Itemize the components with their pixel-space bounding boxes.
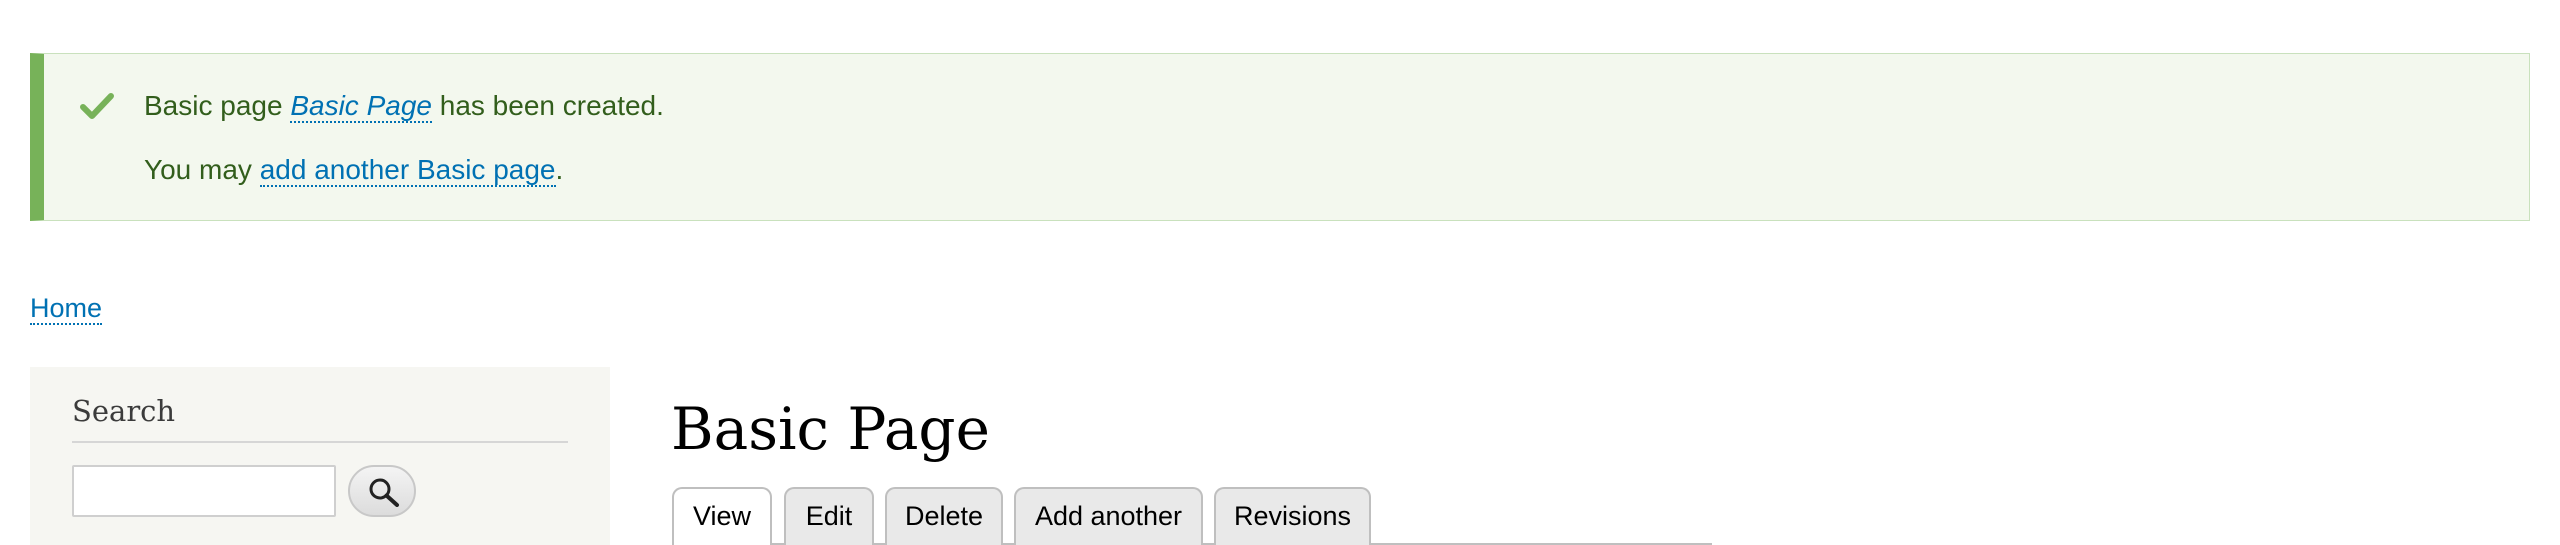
status-prefix: You may xyxy=(144,154,260,185)
status-line-created: Basic page Basic Page has been created. xyxy=(144,88,664,124)
tab-view[interactable]: View xyxy=(672,487,772,545)
tab-add-another[interactable]: Add another xyxy=(1014,487,1203,545)
status-suffix: . xyxy=(555,154,564,185)
search-input[interactable] xyxy=(72,465,336,517)
created-page-link[interactable]: Basic Page xyxy=(290,90,432,123)
breadcrumb-home-link[interactable]: Home xyxy=(30,293,103,325)
search-button[interactable] xyxy=(348,465,416,517)
tab-revisions[interactable]: Revisions xyxy=(1214,487,1371,545)
status-suffix: has been created. xyxy=(431,90,664,121)
page-title: Basic Page xyxy=(671,395,990,463)
breadcrumb: Home xyxy=(30,290,103,326)
add-another-link[interactable]: add another Basic page xyxy=(259,154,556,187)
check-icon xyxy=(80,93,114,119)
sidebar: Search xyxy=(30,367,610,545)
tab-delete[interactable]: Delete xyxy=(885,487,1003,545)
search-icon xyxy=(369,478,399,507)
status-message: Basic page Basic Page has been created. … xyxy=(30,53,2530,221)
primary-tabs: View Edit Delete Add another Revisions xyxy=(672,487,2560,545)
page: Basic page Basic Page has been created. … xyxy=(0,0,2560,545)
status-prefix: Basic page xyxy=(144,90,291,121)
tab-edit[interactable]: Edit xyxy=(784,487,874,545)
status-line-add-another: You may add another Basic page. xyxy=(144,152,563,188)
search-block-title: Search xyxy=(72,393,568,443)
